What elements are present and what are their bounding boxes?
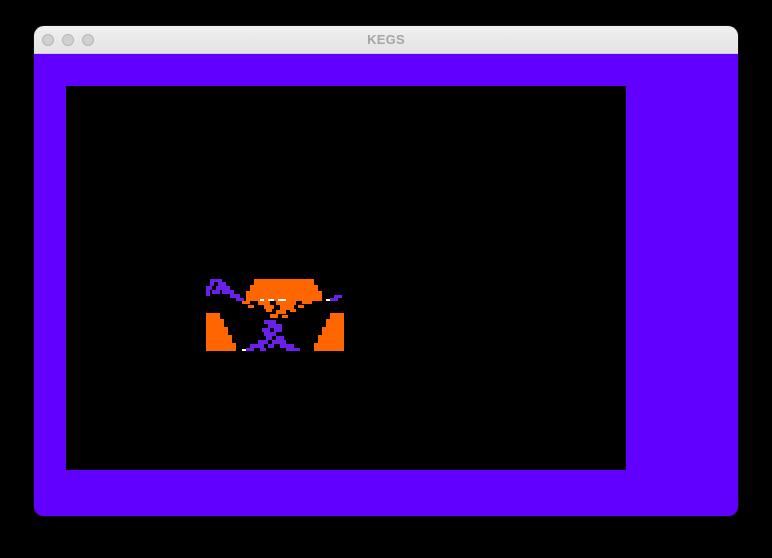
emulator-window: KEGS (34, 26, 738, 516)
emulator-border (34, 54, 738, 516)
game-sprite-graphic (206, 279, 344, 351)
window-title: KEGS (367, 32, 405, 47)
title-bar[interactable]: KEGS (34, 26, 738, 54)
emulator-screen[interactable] (66, 86, 626, 470)
